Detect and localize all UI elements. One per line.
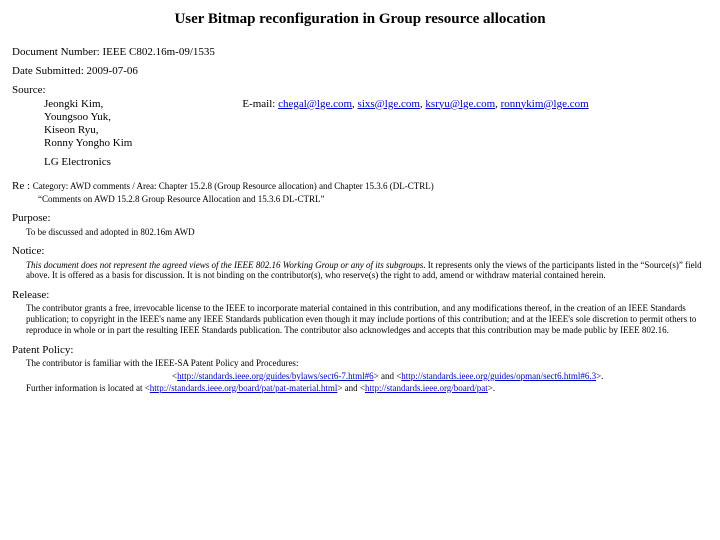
patent-further-text: Further information is located at <	[26, 383, 150, 393]
purpose-label: Purpose:	[12, 212, 708, 225]
source-label: Source:	[12, 84, 708, 97]
patent-label: Patent Policy:	[12, 344, 708, 357]
re-section: Re : Category: AWD comments / Area: Chap…	[12, 180, 708, 205]
author: Jeongki Kim,	[44, 98, 132, 111]
author: Kiseon Ryu,	[44, 124, 132, 137]
page-title: User Bitmap reconfiguration in Group res…	[12, 10, 708, 28]
email-link[interactable]: chegal@lge.com	[278, 98, 352, 110]
patent-link[interactable]: http://standards.ieee.org/board/pat/pat-…	[150, 383, 338, 393]
email-link[interactable]: sixs@lge.com	[358, 98, 420, 110]
patent-further: Further information is located at <http:…	[26, 383, 708, 394]
doc-number-label: Document Number:	[12, 46, 102, 58]
release-label: Release:	[12, 289, 708, 302]
patent-end: >.	[488, 383, 495, 393]
re-label: Re :	[12, 180, 33, 192]
purpose-body: To be discussed and adopted in 802.16m A…	[26, 227, 708, 238]
release-body: The contributor grants a free, irrevocab…	[26, 303, 708, 335]
email-link[interactable]: ronnykim@lge.com	[501, 98, 589, 110]
document-number: Document Number: IEEE C802.16m-09/1535	[12, 46, 708, 59]
notice-label: Notice:	[12, 245, 708, 258]
date-submitted: Date Submitted: 2009-07-06	[12, 65, 708, 78]
patent-link[interactable]: http://standards.ieee.org/guides/opman/s…	[401, 371, 596, 381]
patent-links-line: <http://standards.ieee.org/guides/bylaws…	[172, 371, 708, 382]
patent-link[interactable]: http://standards.ieee.org/board/pat	[365, 383, 488, 393]
re-line1: Category: AWD comments / Area: Chapter 1…	[33, 181, 434, 191]
patent-mid: > and <	[337, 383, 365, 393]
date-value: 2009-07-06	[87, 65, 138, 77]
patent-intro: The contributor is familiar with the IEE…	[26, 358, 708, 369]
authors-list: Jeongki Kim, Youngsoo Yuk, Kiseon Ryu, R…	[44, 98, 132, 151]
company: LG Electronics	[44, 156, 708, 169]
patent-link[interactable]: http://standards.ieee.org/guides/bylaws/…	[177, 371, 374, 381]
document-page: User Bitmap reconfiguration in Group res…	[0, 0, 720, 403]
re-line2: “Comments on AWD 15.2.8 Group Resource A…	[38, 194, 708, 205]
doc-number-value: IEEE C802.16m-09/1535	[102, 46, 214, 58]
author: Ronny Yongho Kim	[44, 137, 132, 150]
author: Youngsoo Yuk,	[44, 111, 132, 124]
notice-italic: This document does not represent the agr…	[26, 260, 423, 270]
email-link[interactable]: ksryu@lge.com	[425, 98, 495, 110]
notice-body: This document does not represent the agr…	[26, 260, 708, 282]
email-block: E-mail: chegal@lge.com, sixs@lge.com, ks…	[242, 98, 588, 111]
date-label: Date Submitted:	[12, 65, 87, 77]
email-label: E-mail:	[242, 98, 278, 110]
source-block: Source: Jeongki Kim, Youngsoo Yuk, Kiseo…	[12, 84, 708, 150]
